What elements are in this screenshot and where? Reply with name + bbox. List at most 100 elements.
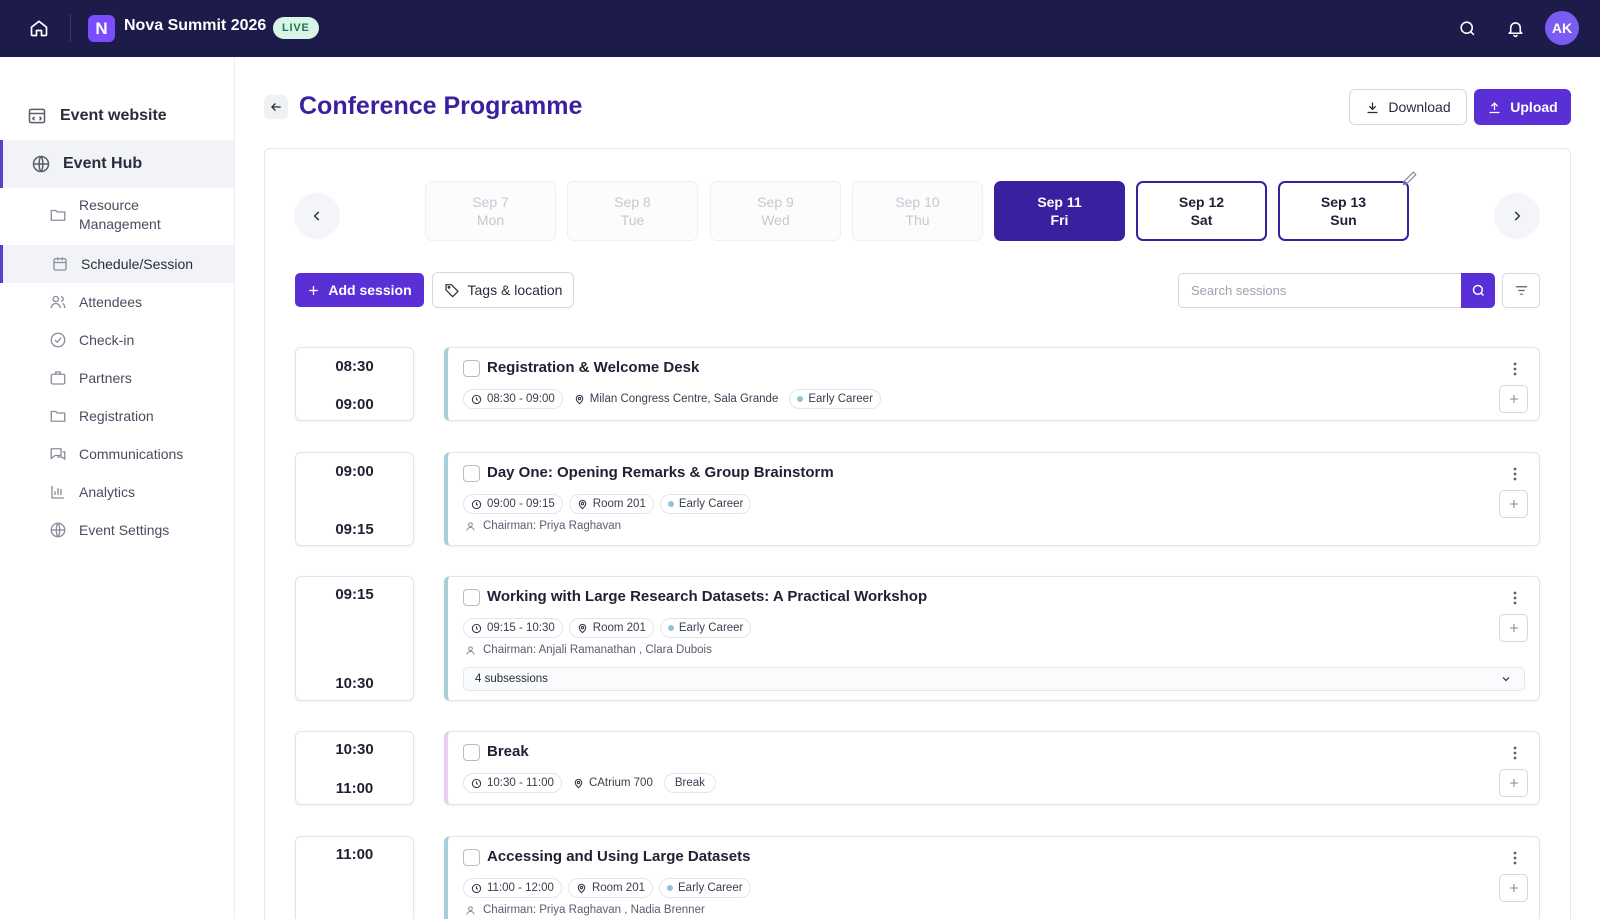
location-chip: Room 201 [568,494,654,514]
date-tab[interactable]: Sep 12 Sat [1136,181,1267,241]
date-next-button[interactable] [1494,193,1540,239]
sidebar-item-event-hub[interactable]: Event Hub [0,140,234,188]
download-button[interactable]: Download [1349,89,1467,125]
session-checkbox[interactable] [463,465,480,482]
date-prev-button[interactable] [294,193,340,239]
subsessions-toggle[interactable]: 4 subsessions [463,667,1525,691]
date-tab-date: Sep 7 [472,194,509,210]
date-tab-day: Mon [476,212,505,228]
sidebar-item-attendees[interactable]: Attendees [0,283,234,321]
date-tab-day: Wed [761,212,790,228]
map-pin-icon [577,883,586,893]
briefcase-icon [50,371,66,385]
sidebar-item-event-settings[interactable]: Event Settings [0,511,234,549]
add-subsession-button[interactable] [1499,385,1528,413]
session-meta: 11:00 - 12:00 Room 201 Early Career [463,878,751,898]
search-icon [1472,284,1484,297]
more-options-button[interactable] [1507,743,1523,763]
date-tab[interactable]: Sep 10 Thu [852,181,983,241]
more-options-button[interactable] [1507,848,1523,868]
sidebar-item-communications[interactable]: Communications [0,435,234,473]
search-input[interactable] [1178,273,1461,308]
time-start: 09:00 [335,463,374,480]
more-options-button[interactable] [1507,359,1523,379]
tag-dot [667,625,674,631]
date-tab[interactable]: Sep 13 Sun [1278,181,1409,241]
date-tab[interactable]: Sep 9 Wed [710,181,841,241]
add-session-label: Add session [328,282,412,298]
session-card[interactable]: Registration & Welcome Desk 08:30 - 09:0… [444,347,1540,421]
date-tab-day: Sun [1330,212,1357,228]
search-submit-button[interactable] [1461,273,1495,308]
home-button[interactable] [26,15,52,41]
session-card[interactable]: Accessing and Using Large Datasets 11:00… [444,836,1540,919]
date-tab-selected[interactable]: Sep 11 Fri [994,181,1125,241]
sidebar-item-analytics[interactable]: Analytics [0,473,234,511]
add-session-button[interactable]: Add session [295,273,424,307]
tag-chip: Early Career [659,878,751,898]
chat-icon [50,448,66,460]
page-title: Conference Programme [299,92,583,120]
sidebar-item-resource-management[interactable]: Resource Management [0,192,234,238]
tags-location-button[interactable]: Tags & location [432,272,574,308]
sidebar-item-partners[interactable]: Partners [0,359,234,397]
date-tab-date: Sep 12 [1178,194,1225,210]
more-options-button[interactable] [1507,588,1523,608]
add-subsession-button[interactable] [1499,614,1528,642]
top-bar: N Nova Summit 2026 LIVE AK [0,0,1600,57]
sidebar-item-schedule-session[interactable]: Schedule/Session [0,245,234,283]
sidebar: Event website Event Hub Resource Managem… [0,57,235,919]
chairman-line: Chairman: Priya Raghavan [465,520,621,532]
kebab-icon [1513,851,1517,865]
session-card[interactable]: Day One: Opening Remarks & Group Brainst… [444,452,1540,546]
time-chip: 11:00 - 12:00 [463,878,562,898]
sidebar-item-registration[interactable]: Registration [0,397,234,435]
date-tab[interactable]: Sep 8 Tue [567,181,698,241]
date-tab[interactable]: Sep 7 Mon [425,181,556,241]
map-pin-icon [578,623,587,633]
time-start: 11:00 [335,846,374,863]
add-subsession-button[interactable] [1499,490,1528,518]
time-start: 10:30 [335,741,374,758]
session-checkbox[interactable] [463,849,480,866]
add-subsession-button[interactable] [1499,874,1528,902]
back-button[interactable] [264,95,288,119]
subsessions-count: 4 subsessions [475,673,548,685]
sidebar-item-label: Event Hub [63,155,143,172]
time-end: 09:15 [335,521,374,538]
kebab-icon [1513,591,1517,605]
avatar[interactable]: AK [1545,11,1579,45]
tag-text: Break [674,777,705,789]
location-chip: Milan Congress Centre, Sala Grande [568,389,784,409]
time-slot: 08:30 09:00 [295,347,414,421]
plus-icon [1509,624,1518,632]
search-icon [1459,20,1474,35]
more-options-button[interactable] [1507,464,1523,484]
session-checkbox[interactable] [463,360,480,377]
chairman-line: Chairman: Anjali Ramanathan , Clara Dubo… [465,644,712,656]
session-checkbox[interactable] [463,744,480,761]
date-tab-date: Sep 13 [1320,194,1367,210]
sidebar-item-check-in[interactable]: Check-in [0,321,234,359]
session-card[interactable]: Working with Large Research Datasets: A … [444,576,1540,701]
session-checkbox[interactable] [463,589,480,606]
pencil-icon[interactable] [1400,168,1420,188]
time-start: 08:30 [335,358,374,375]
sidebar-item-event-website[interactable]: Event website [0,92,234,140]
upload-button[interactable]: Upload [1474,89,1571,125]
kebab-icon [1513,467,1517,481]
filter-button[interactable] [1502,273,1540,308]
globe-icon [50,522,66,538]
sidebar-item-label: Resource Management [79,197,161,232]
clock-icon [471,883,482,893]
session-title: Day One: Opening Remarks & Group Brainst… [487,464,834,481]
location-text: CAtrium 700 [588,777,653,789]
add-subsession-button[interactable] [1499,769,1528,797]
clock-icon [471,623,482,633]
search-button[interactable] [1455,16,1479,40]
tag-dot [797,396,804,402]
map-pin-icon [575,394,584,404]
notifications-button[interactable] [1503,16,1527,40]
plus-icon [1509,500,1518,508]
session-card[interactable]: Break 10:30 - 11:00 CAtrium 700 Break [444,731,1540,805]
